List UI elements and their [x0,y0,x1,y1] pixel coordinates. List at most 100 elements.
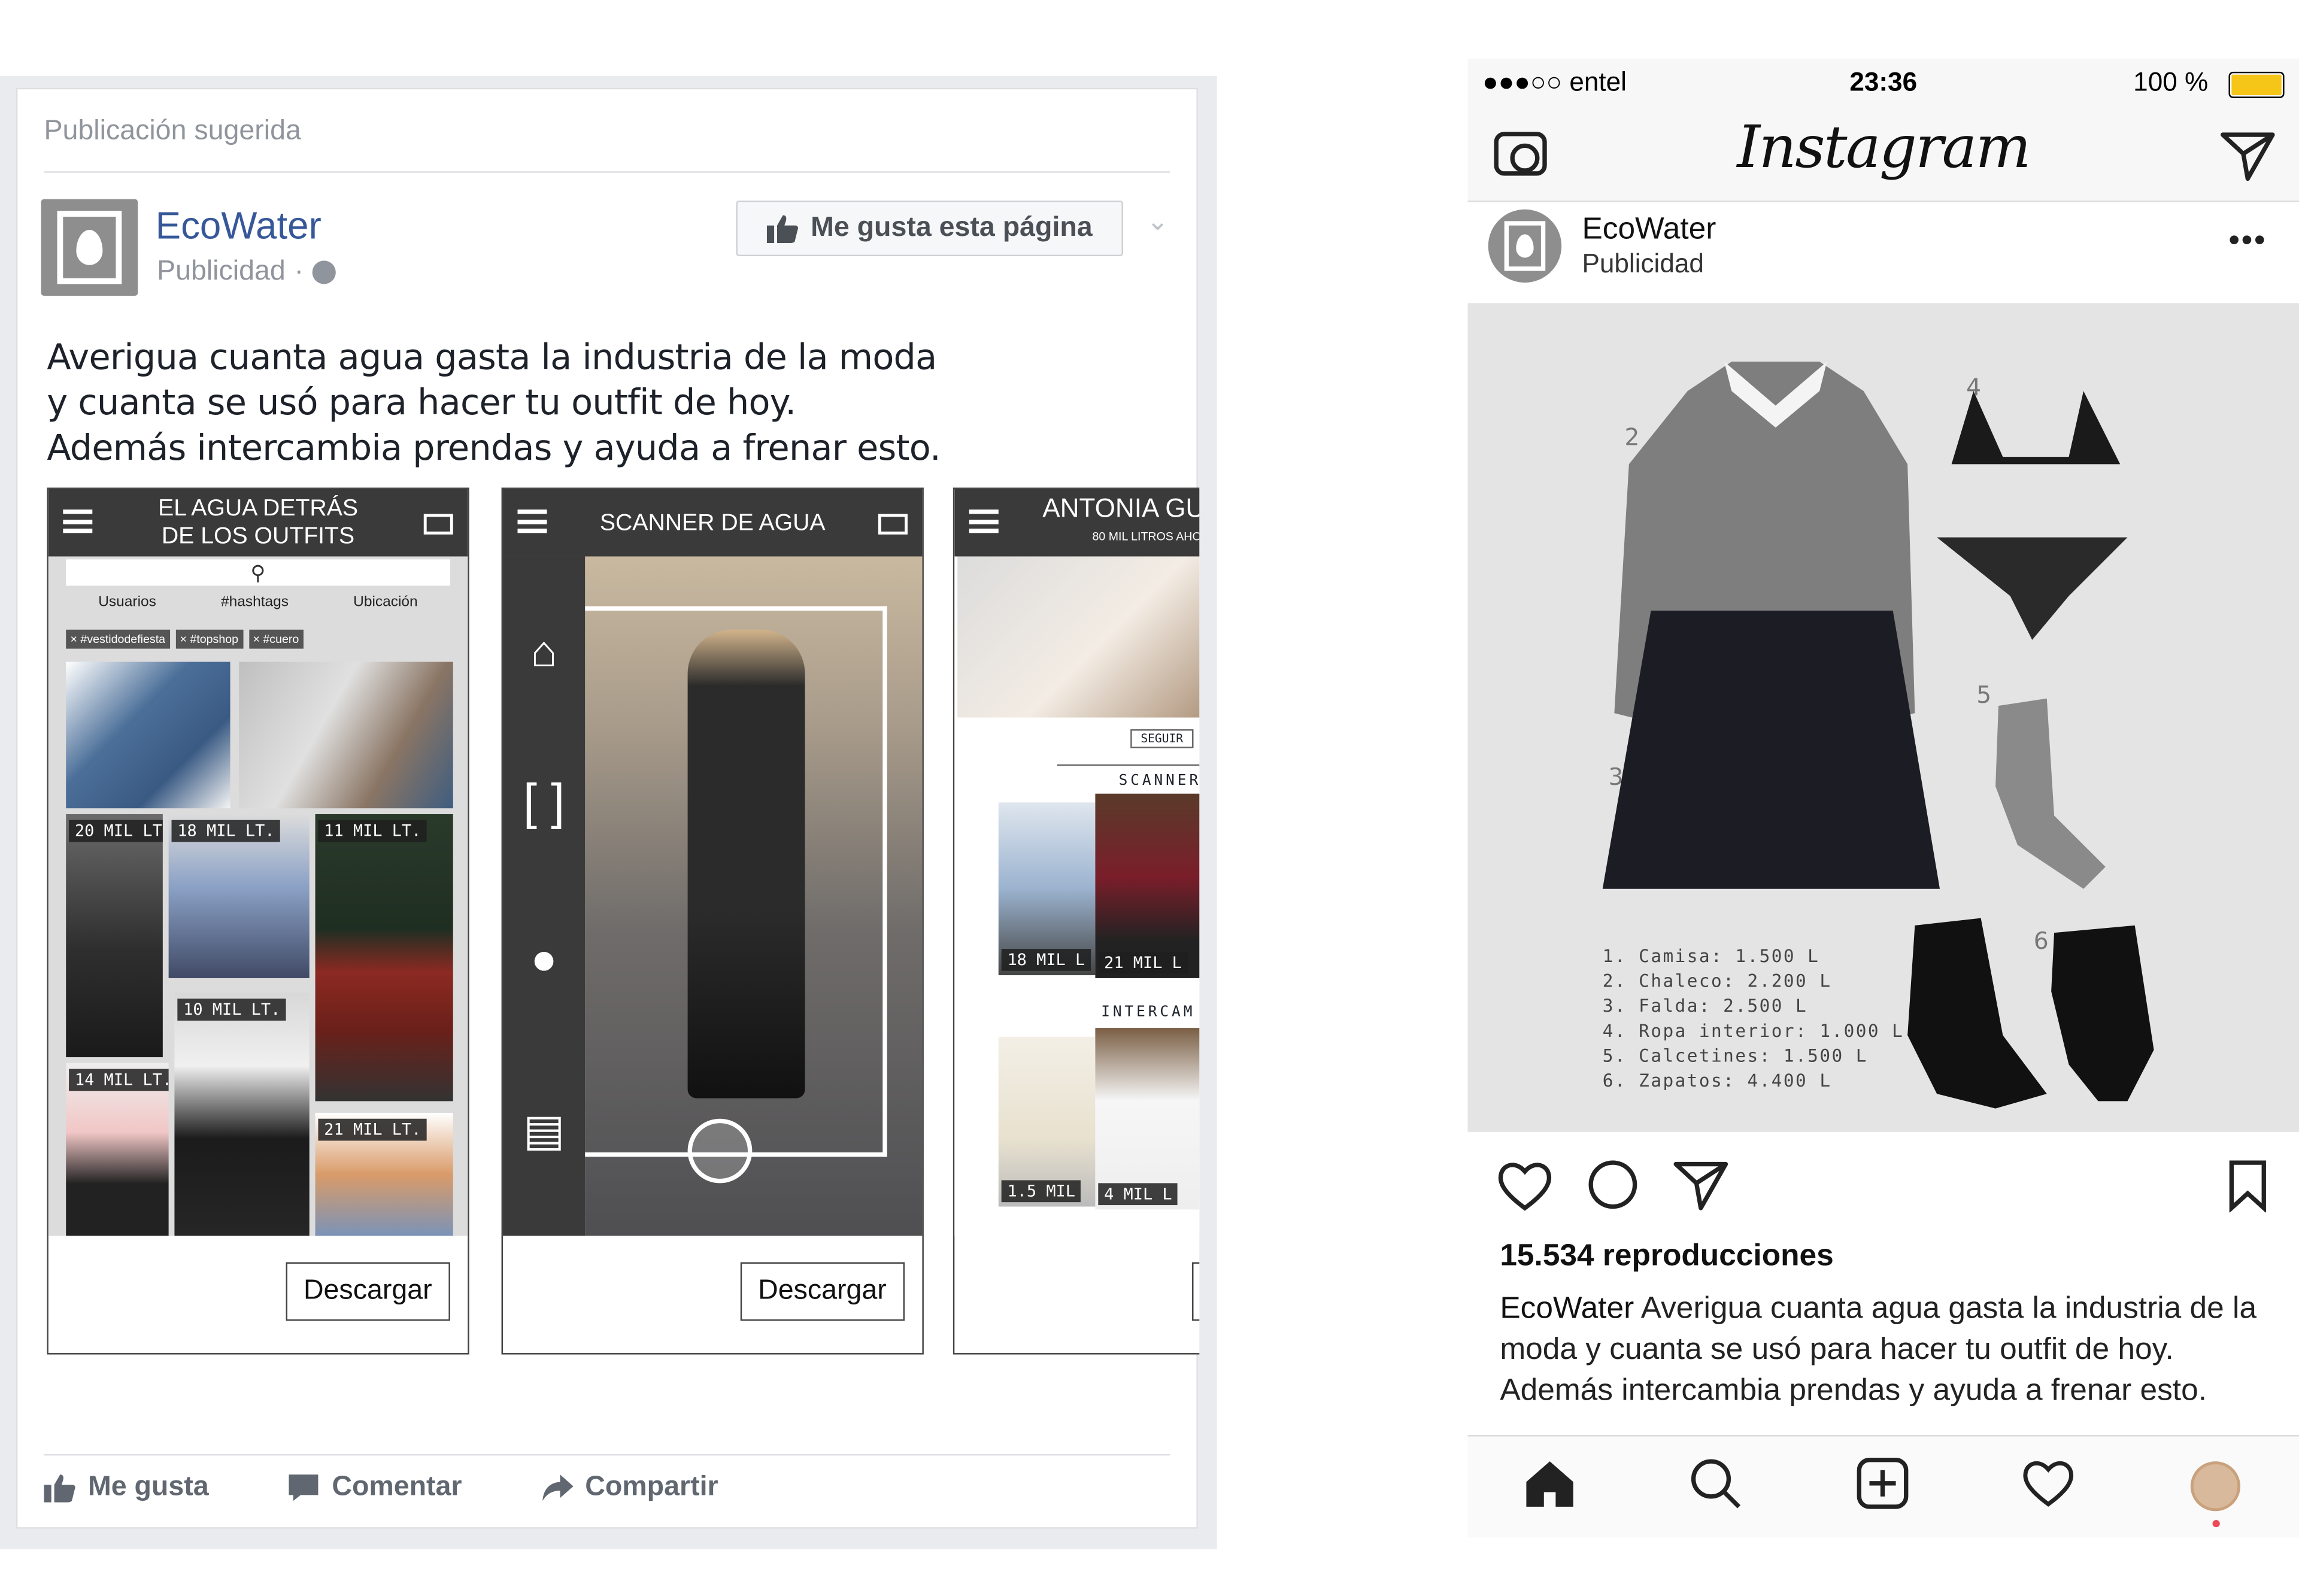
outfit-photo: 21 MIL L [1095,793,1200,978]
item-number: 3 [1608,763,1624,791]
page-name-link[interactable]: EcoWater [156,204,322,249]
mail-icon [423,514,453,535]
like-page-button[interactable]: Me gusta esta página [736,201,1123,257]
heart-icon[interactable] [1497,1160,1552,1212]
post-image-outfit[interactable]: 2 3 4 5 6 1. Camisa: 1.500 L 2. Chaleco:… [1467,303,2299,1132]
outfit-photo: 18 MIL LT. [168,814,310,978]
water-label: 14 MIL LT. [69,1069,169,1091]
activity-heart-icon[interactable] [2022,1457,2074,1510]
post-text-line: Averigua cuanta agua gasta la industria … [47,336,937,378]
carousel[interactable]: EL AGUA DETRÁS DE LOS OUTFITS ⚲ Usuarios… [47,487,1200,1358]
suggested-post-label: Publicación sugerida [44,116,301,147]
water-label: 4 MIL L [1098,1183,1178,1206]
facebook-sponsored-post: Publicación sugerida EcoWater Publicidad… [16,87,1200,1529]
status-bar: ●●●○○ entel 23:36 100 % [1467,65,2299,103]
list-icon: ▤ [523,1106,565,1155]
profile-cover-photo [957,556,1200,718]
app-title: SCANNER DE AGUA [599,510,826,536]
account-name[interactable]: EcoWater [1582,213,1716,248]
outfit-photo: 20 MIL LT. [66,814,163,1058]
side-nav: ⌂ [ ] ● ▤ [503,556,586,1236]
home-icon: ⌂ [530,628,557,677]
sponsored-meta: Publicidad · [157,256,336,289]
legend-item: 4. Ropa interior: 1.000 L [1602,1020,1904,1042]
water-usage-legend: 1. Camisa: 1.500 L 2. Chaleco: 2.200 L 3… [1603,945,1904,1094]
comment-button[interactable]: Comentar [288,1471,462,1504]
boot-shape [1907,918,2047,1109]
search-icon[interactable] [1689,1457,1742,1510]
legend-item: 1. Camisa: 1.500 L [1602,946,1820,967]
water-drop-icon [1516,234,1534,258]
menu-icon [63,509,93,533]
page-avatar[interactable] [41,199,138,296]
app-header: SCANNER DE AGUA [503,488,923,557]
profile-avatar[interactable] [2190,1461,2241,1512]
new-post-icon[interactable] [1856,1457,1909,1510]
app-header: ANTONIA GU 80 MIL LITROS AHOR [954,488,1200,557]
comment-bubble-icon[interactable] [1585,1160,1640,1212]
water-label: 18 MIL LT. [171,820,281,842]
bookmark-icon[interactable] [2227,1160,2268,1213]
app-screenshot-feed: EL AGUA DETRÁS DE LOS OUTFITS ⚲ Usuarios… [48,488,468,1236]
more-options-icon[interactable]: ••• [2228,221,2267,259]
like-button[interactable]: Me gusta [44,1471,209,1504]
water-label: 18 MIL L [1001,949,1091,971]
carousel-card-outfits[interactable]: EL AGUA DETRÁS DE LOS OUTFITS ⚲ Usuarios… [47,487,469,1355]
chevron-down-icon[interactable]: ⌄ [1147,207,1169,237]
like-page-label: Me gusta esta página [811,212,1093,244]
item-number: 5 [1976,681,1992,709]
globe-icon [312,260,336,284]
water-label: 10 MIL LT. [177,999,287,1021]
home-icon[interactable] [1524,1457,1576,1510]
skirt-shape [1602,610,1940,889]
thumbs-up-icon [766,215,798,244]
notification-dot [2212,1519,2220,1528]
water-label: 21 MIL L [1098,951,1188,974]
carousel-card-profile[interactable]: ANTONIA GU 80 MIL LITROS AHOR SEGUIR SCA… [953,487,1200,1355]
download-button[interactable]: Descargar [740,1262,905,1321]
app-title-line: DE LOS OUTFITS [161,524,355,550]
item-number: 4 [1966,373,1982,402]
post-caption: EcoWater Averigua cuanta agua gasta la i… [1500,1288,2277,1411]
scan-bracket-icon: [ ] [523,773,565,830]
post-text: Averigua cuanta agua gasta la industria … [47,335,1176,471]
section-label: INTERCAM [1101,1004,1196,1021]
download-button[interactable]: Descargar [286,1262,450,1321]
bottom-tab-bar [1467,1435,2299,1538]
post-text-line: Además intercambia prendas y ayuda a fre… [47,427,941,469]
outfit-photo: 10 MIL LT. [174,993,310,1236]
profile-name: ANTONIA GU [1042,493,1200,523]
sponsored-label: Publicidad [1582,248,1704,278]
direct-message-icon[interactable] [2220,132,2276,181]
item-number: 6 [2033,927,2049,955]
tab-users: Usuarios [98,594,156,611]
search-bar: ⚲ [66,559,450,586]
underwear-shape [1937,537,2128,640]
post-action-bar [1467,1160,2299,1224]
share-arrow-icon [542,1474,574,1501]
download-button[interactable] [1192,1262,1200,1321]
post-header: EcoWater Publicidad ••• [1467,204,2299,303]
outfit-photo [239,662,453,809]
carousel-card-scanner[interactable]: SCANNER DE AGUA ⌂ [ ] ● ▤ Descargar [501,487,924,1355]
bra-shape [1951,391,2121,465]
app-screenshot-scanner: SCANNER DE AGUA ⌂ [ ] ● ▤ [503,488,923,1236]
battery-fill [2231,74,2282,95]
outfit-photo: 21 MIL LT. [315,1112,453,1236]
account-avatar[interactable] [1488,209,1562,283]
divider [44,171,1170,173]
caption-username[interactable]: EcoWater [1500,1291,1634,1325]
water-label: 1.5 MIL [1001,1180,1081,1203]
legend-item: 5. Calcetines: 1.500 L [1602,1045,1868,1066]
outfit-photo: 4 MIL L [1095,1028,1200,1210]
mail-icon [878,514,908,535]
divider [44,1454,1170,1456]
water-label: 21 MIL LT. [318,1118,427,1141]
share-paper-plane-icon[interactable] [1673,1160,1728,1212]
app-screenshot-profile: ANTONIA GU 80 MIL LITROS AHOR SEGUIR SCA… [954,488,1200,1236]
share-button[interactable]: Compartir [541,1471,718,1504]
app-title-line: EL AGUA DETRÁS [158,496,358,521]
view-count: 15.534 reproducciones [1500,1239,1834,1273]
outfit-photo: 14 MIL LT. [66,1063,169,1236]
profile-icon: ● [530,935,557,984]
